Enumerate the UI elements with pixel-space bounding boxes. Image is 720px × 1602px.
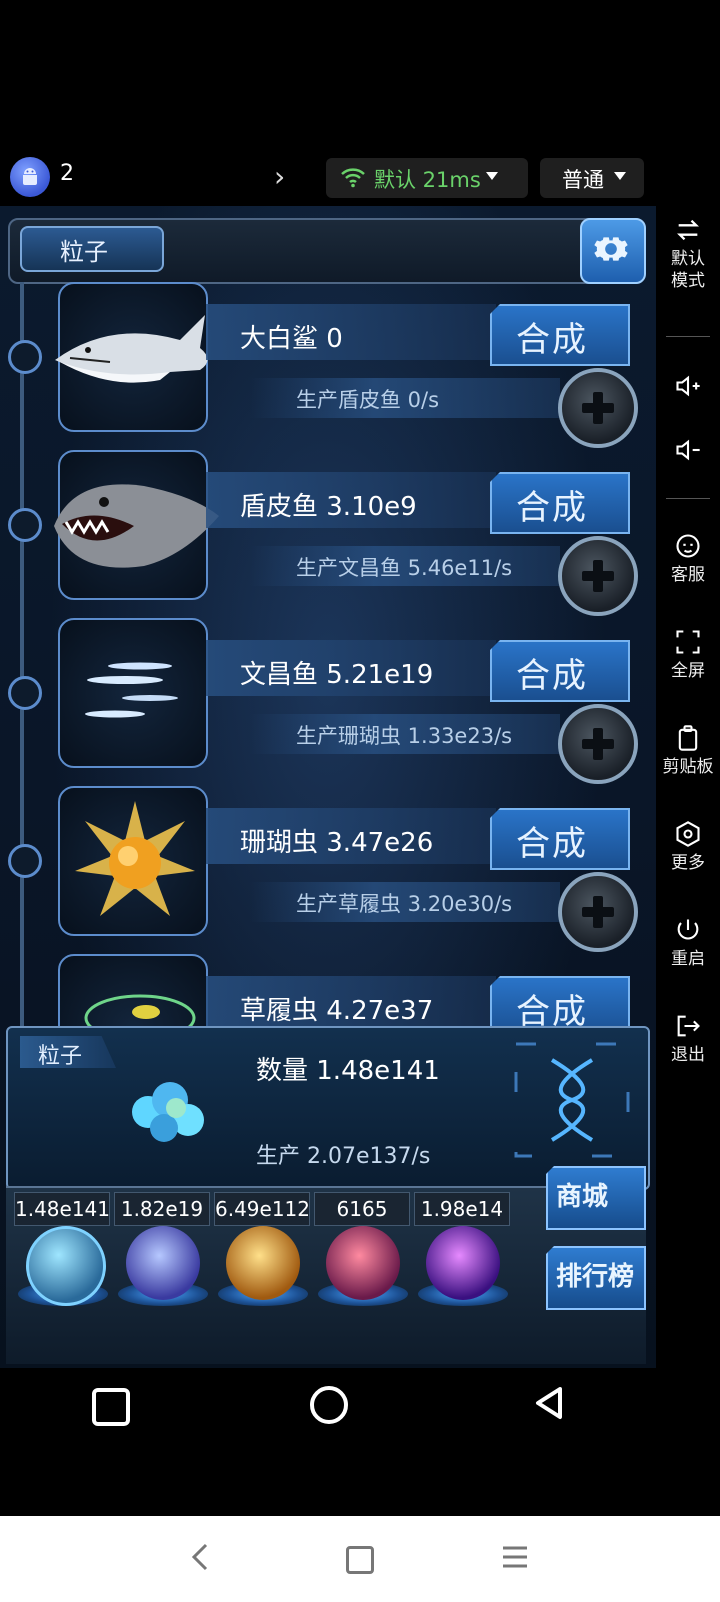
rail-node [8, 676, 42, 710]
restart-label: 重启 [671, 949, 705, 969]
exit-icon [677, 1015, 700, 1037]
vortex-orb[interactable] [426, 1226, 500, 1300]
add-button[interactable] [558, 536, 638, 616]
shop-label: 商城 [556, 1182, 609, 1212]
more-icon [676, 821, 700, 847]
armored-fish-icon [54, 484, 219, 568]
clipboard-icon [678, 725, 698, 751]
quantity-text: 数量 1.48e141 [256, 1056, 440, 1086]
volume-up-button[interactable] [656, 372, 720, 404]
fire-orb[interactable] [226, 1226, 300, 1300]
coral-polyp-icon [75, 801, 195, 916]
clipboard-label: 剪贴板 [662, 757, 714, 777]
brain-orb[interactable] [326, 1226, 400, 1300]
particle-orb[interactable] [26, 1226, 106, 1306]
volume-down-button[interactable] [656, 436, 720, 468]
creature-row: 珊瑚虫 3.47e26 合成 生产草履虫 3.20e30/s [0, 786, 656, 954]
chevron-right-icon[interactable]: › [274, 160, 285, 193]
fullscreen-icon [676, 630, 700, 654]
resource-value: 1.98e14 [414, 1192, 510, 1226]
device-count: 2 [60, 161, 74, 186]
synthesize-label: 合成 [516, 824, 588, 864]
restart-button[interactable]: 重启 [656, 916, 720, 970]
synthesize-label: 合成 [516, 488, 588, 528]
volume-down-icon [676, 439, 700, 461]
synthesize-label: 合成 [516, 320, 588, 360]
rail-node [8, 844, 42, 878]
resource-value: 6165 [314, 1192, 410, 1226]
resource-value: 6.49e112 [214, 1192, 310, 1226]
customer-service-icon [676, 534, 700, 558]
divider [666, 336, 710, 337]
synthesize-label: 合成 [516, 656, 588, 696]
leaderboard-label: 排行榜 [556, 1262, 635, 1292]
resource-value: 1.48e141 [14, 1192, 110, 1226]
divider [666, 498, 710, 499]
resource-value: 1.82e19 [114, 1192, 210, 1226]
wifi-icon [341, 168, 365, 188]
quality-label: 普通 [562, 168, 604, 192]
clipboard-button[interactable]: 剪贴板 [656, 724, 720, 778]
caret-down-icon [614, 172, 626, 180]
caret-down-icon [486, 172, 498, 180]
avatar[interactable] [10, 157, 50, 197]
add-button[interactable] [558, 872, 638, 952]
tabs-button[interactable] [346, 1546, 374, 1574]
gear-icon [594, 237, 628, 261]
swap-icon [677, 219, 699, 241]
exit-label: 退出 [671, 1045, 705, 1065]
creature-row: 文昌鱼 5.21e19 合成 生产珊瑚虫 1.33e23/s [0, 618, 656, 786]
menu-icon[interactable] [500, 1544, 530, 1570]
more-label: 更多 [671, 853, 705, 873]
power-icon [677, 919, 699, 940]
creature-row: 盾皮鱼 3.10e9 合成 生产文昌鱼 5.46e11/s [0, 450, 656, 618]
production-text: 生产草履虫 3.20e30/s [296, 892, 513, 916]
mode-label: 默认 模式 [671, 249, 705, 291]
fullscreen-label: 全屏 [671, 661, 705, 681]
recent-apps-button[interactable] [92, 1388, 130, 1426]
production-text: 生产盾皮鱼 0/s [296, 388, 440, 412]
fullscreen-button[interactable]: 全屏 [656, 628, 720, 682]
volume-up-icon [676, 375, 700, 397]
production-rate-text: 生产 2.07e137/s [256, 1144, 431, 1169]
customer-service-label: 客服 [671, 565, 705, 585]
dna-icon [514, 1042, 630, 1158]
creature-name: 大白鲨 0 [240, 324, 343, 354]
network-label: 默认 21ms [374, 168, 481, 192]
more-button[interactable]: 更多 [656, 820, 720, 874]
lancelet-icon [85, 662, 178, 718]
shark-icon [55, 315, 208, 383]
panel-tag-label: 粒子 [38, 1044, 83, 1069]
creature-row: 大白鲨 0 合成 生产盾皮鱼 0/s [0, 282, 656, 450]
add-button[interactable] [558, 368, 638, 448]
production-text: 生产珊瑚虫 1.33e23/s [296, 724, 513, 748]
creature-name: 草履虫 4.27e37 [240, 996, 434, 1026]
home-button[interactable] [310, 1386, 348, 1424]
creature-name: 珊瑚虫 3.47e26 [240, 828, 434, 858]
chevron-left-icon[interactable] [188, 1542, 212, 1572]
production-text: 生产文昌鱼 5.46e11/s [296, 556, 513, 580]
page-title: 粒子 [60, 238, 108, 266]
lightning-orb[interactable] [126, 1226, 200, 1300]
back-triangle-icon[interactable] [532, 1386, 566, 1420]
settings-button[interactable] [580, 218, 646, 284]
particle-cluster-icon [132, 1082, 204, 1142]
mode-button[interactable]: 默认 模式 [656, 216, 720, 292]
creature-name: 盾皮鱼 3.10e9 [240, 492, 417, 522]
game-viewport[interactable]: 粒子 大白鲨 0 合成 生产盾皮鱼 0/s 盾皮鱼 3.10e9 合成 生产文昌… [0, 206, 656, 1368]
exit-button[interactable]: 退出 [656, 1012, 720, 1066]
rail-node [8, 340, 42, 374]
add-button[interactable] [558, 704, 638, 784]
creature-name: 文昌鱼 5.21e19 [240, 660, 434, 690]
android-icon [23, 168, 37, 185]
customer-service-button[interactable]: 客服 [656, 532, 720, 586]
